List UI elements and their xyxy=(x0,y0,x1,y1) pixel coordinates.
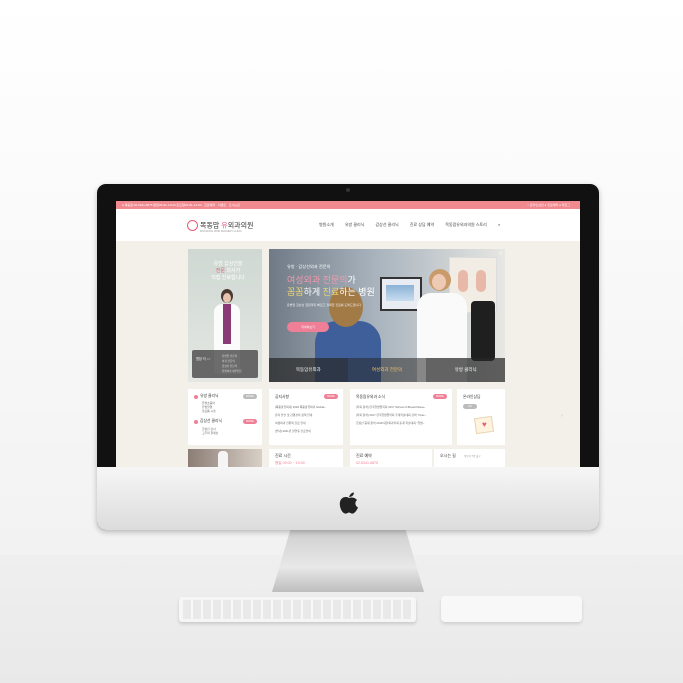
logo-rest: 외과의원 xyxy=(227,222,254,230)
monitor-stand xyxy=(272,530,424,592)
banner-headline-yellow2: 진료 xyxy=(322,287,340,297)
apple-logo-icon xyxy=(339,492,358,514)
notice-more-button[interactable]: MORE xyxy=(324,394,338,399)
reservation-title: 진료 예약 xyxy=(356,453,372,458)
news-item[interactable]: [학회 참석] 2017 한국유방암학회 추계학술대회 강의 "Over~ xyxy=(356,413,426,417)
news-title[interactable]: 목동맘유외과 소식 xyxy=(356,395,385,400)
logo-subtitle: MOKDONG MOM SURGERY CLINIC xyxy=(200,230,242,233)
doctor-blouse xyxy=(223,304,231,344)
thyroid-more-button[interactable]: MORE xyxy=(243,419,257,424)
menu-item-about[interactable]: 병원소개 xyxy=(319,222,334,227)
hours-text: 평일 09:00 ~ 19:00 xyxy=(275,461,305,465)
banner-tab-specialist[interactable]: 여성외과 전문의 xyxy=(347,358,427,382)
promo-headline: 유방 갑상선을 전문 의사가 직접 진료합니다 xyxy=(200,261,256,282)
banner-tab-clinic[interactable]: 목동맘유외과 xyxy=(269,358,348,382)
menu-item-story[interactable]: 목동맘유외과의원 스토리 xyxy=(445,222,487,227)
main-banner[interactable]: 유방 · 갑상선외과 전문의 여성외과 전문의가 꼼꼼하게 진료하는 병원 유방… xyxy=(269,249,505,382)
menu-item-thyroid[interactable]: 갑상선 클리닉 xyxy=(376,222,399,227)
promo-line1: 유방 갑상선을 xyxy=(213,261,243,267)
banner-headline-pink: 여성외과 전문의 xyxy=(287,275,348,285)
breast-more-button[interactable]: MORE xyxy=(243,394,257,399)
notice-title[interactable]: 공지사항 xyxy=(275,395,289,400)
banner-headline-2a: 하게 xyxy=(303,287,323,297)
banner-headline: 여성외과 전문의가 꼼꼼하게 진료하는 병원 xyxy=(287,274,375,298)
heart-letter-icon: ♥ xyxy=(473,415,495,435)
logo-mark-icon xyxy=(187,220,198,231)
banner-headline-1: 가 xyxy=(347,275,356,285)
credential-line: 유방암 전문의 xyxy=(222,355,238,358)
webcam xyxy=(346,188,350,192)
promo-line3: 직접 진료합니다 xyxy=(211,275,245,281)
search-icon[interactable]: ⌕ xyxy=(498,222,500,227)
clinic-bullet-icon xyxy=(194,420,198,424)
banner-more-button[interactable]: 자세히보기 xyxy=(287,322,329,332)
office-chair xyxy=(471,301,495,361)
online-consult-title: 온라인상담 xyxy=(463,395,481,399)
clinic-card: 유방 클리닉 MORE 유방초음파 유방촬영 맘모톰 시술 갑상선 클리닉 MO… xyxy=(188,389,262,445)
doctor-photo-card xyxy=(188,449,262,467)
menu-item-reservation[interactable]: 진료 상담 예약 xyxy=(410,222,434,227)
news-more-button[interactable]: MORE xyxy=(433,394,447,399)
menu-item-breast[interactable]: 유방 클리닉 xyxy=(345,222,365,227)
credential-line: 유방외과 세부전문 xyxy=(222,370,242,373)
thyroid-clinic-title[interactable]: 갑상선 클리닉 xyxy=(200,419,222,424)
site-header: 목동맘 유외과의원 MOKDONG MOM SURGERY CLINIC 병원소… xyxy=(116,209,580,241)
close-icon[interactable]: × xyxy=(499,251,502,257)
notice-item[interactable]: [목동맘유외과] 2018 목동맘유외과 Global~ xyxy=(275,405,326,409)
banner-headline-yellow: 꼼꼼 xyxy=(287,287,304,297)
promo-line2-pink: 전문 xyxy=(215,268,225,274)
directions-subtext: 목동역 7번 출구 xyxy=(464,455,481,458)
breast-clinic-title[interactable]: 유방 클리닉 xyxy=(200,394,219,399)
clinic-item[interactable]: 고주파 절제술 xyxy=(202,431,218,435)
main-menu: 병원소개 유방 클리닉 갑상선 클리닉 진료 상담 예약 목동맘유외과의원 스토… xyxy=(319,222,500,228)
online-consult-card[interactable]: 온라인상담 GO ♥ xyxy=(457,389,505,445)
hours-title: 진료 시간 xyxy=(275,453,291,458)
website-screen: ● 목동점 02-6341-6875 평일09:00~19:00 토요일09:0… xyxy=(116,201,580,467)
notice-item[interactable]: [안내] 2021년 설연휴 진료안내 xyxy=(275,429,311,433)
banner-subtext: 유방암 갑상선 질환까지 빠르고 정확한 진료를 도와드립니다. xyxy=(287,303,362,307)
banner-tab-breast[interactable]: 유방 클리닉 xyxy=(426,358,505,382)
keyboard xyxy=(179,597,416,622)
notice-item[interactable]: 여성외과 전문의 진료 안내 xyxy=(275,421,306,425)
promo-line2: 의사가 xyxy=(226,268,241,274)
online-consult-go-button[interactable]: GO xyxy=(463,404,477,409)
banner-kicker: 유방 · 갑상선외과 전문의 xyxy=(287,264,331,269)
reservation-phone[interactable]: 02.6341.6875 xyxy=(356,461,378,465)
directions-title: 오시는 길 xyxy=(440,453,456,458)
clinic-bullet-icon xyxy=(194,395,198,399)
news-item[interactable]: [학회 참석] 한국유방암학회 2017 School of Breast Di… xyxy=(356,405,425,409)
clinic-item[interactable]: 맘모톰 시술 xyxy=(202,409,216,413)
chevron-right-icon[interactable]: › xyxy=(561,413,563,419)
doctor-face xyxy=(223,293,231,303)
trackpad xyxy=(441,596,582,622)
doctor-mini-photo xyxy=(218,451,228,467)
keyboard-keys xyxy=(183,600,412,619)
credential-line: 갑상선 전문의 xyxy=(222,365,238,368)
banner-tabs: 목동맘유외과 여성외과 전문의 유방 클리닉 xyxy=(269,358,505,382)
top-info-left: ● 목동점 02-6341-6875 평일09:00~19:00 토요일09:0… xyxy=(122,203,240,207)
hours-card: 진료 시간 평일 09:00 ~ 19:00 xyxy=(269,449,343,467)
reservation-card[interactable]: 진료 예약 02.6341.6875 xyxy=(350,449,432,467)
credential-line: 외과 전문의 xyxy=(222,360,235,363)
top-info-right[interactable]: ○ 온라인상담 ● 진료예약 ● 블로그 xyxy=(527,201,570,209)
doctor-name: 원장 이 ○○ xyxy=(196,357,211,361)
directions-card[interactable]: 오시는 길 목동역 7번 출구 xyxy=(434,449,505,467)
doctor-promo-card[interactable]: 유방 갑상선을 전문 의사가 직접 진료합니다 원장 이 ○○ 유방암 전문의 … xyxy=(188,249,262,382)
doctor-credentials: 원장 이 ○○ 유방암 전문의 외과 전문의 갑상선 전문의 유방외과 세부전문 xyxy=(192,350,258,378)
news-item[interactable]: 갑상선 중재 참석 2018 대한외과학회 춘계 학술대회 "유방~ xyxy=(356,421,424,425)
clinic-monitor xyxy=(380,277,422,311)
notice-item[interactable]: 환자 안전 및 감염관리 정책 안내 xyxy=(275,413,312,417)
notice-card: 공지사항 MORE [목동맘유외과] 2018 목동맘유외과 Global~ 환… xyxy=(269,389,343,445)
banner-headline-2b: 하는 병원 xyxy=(339,287,375,297)
news-card: 목동맘유외과 소식 MORE [학회 참석] 한국유방암학회 2017 Scho… xyxy=(350,389,452,445)
logo-main: 목동맘 xyxy=(200,222,220,230)
top-info-bar: ● 목동점 02-6341-6875 평일09:00~19:00 토요일09:0… xyxy=(116,201,580,209)
